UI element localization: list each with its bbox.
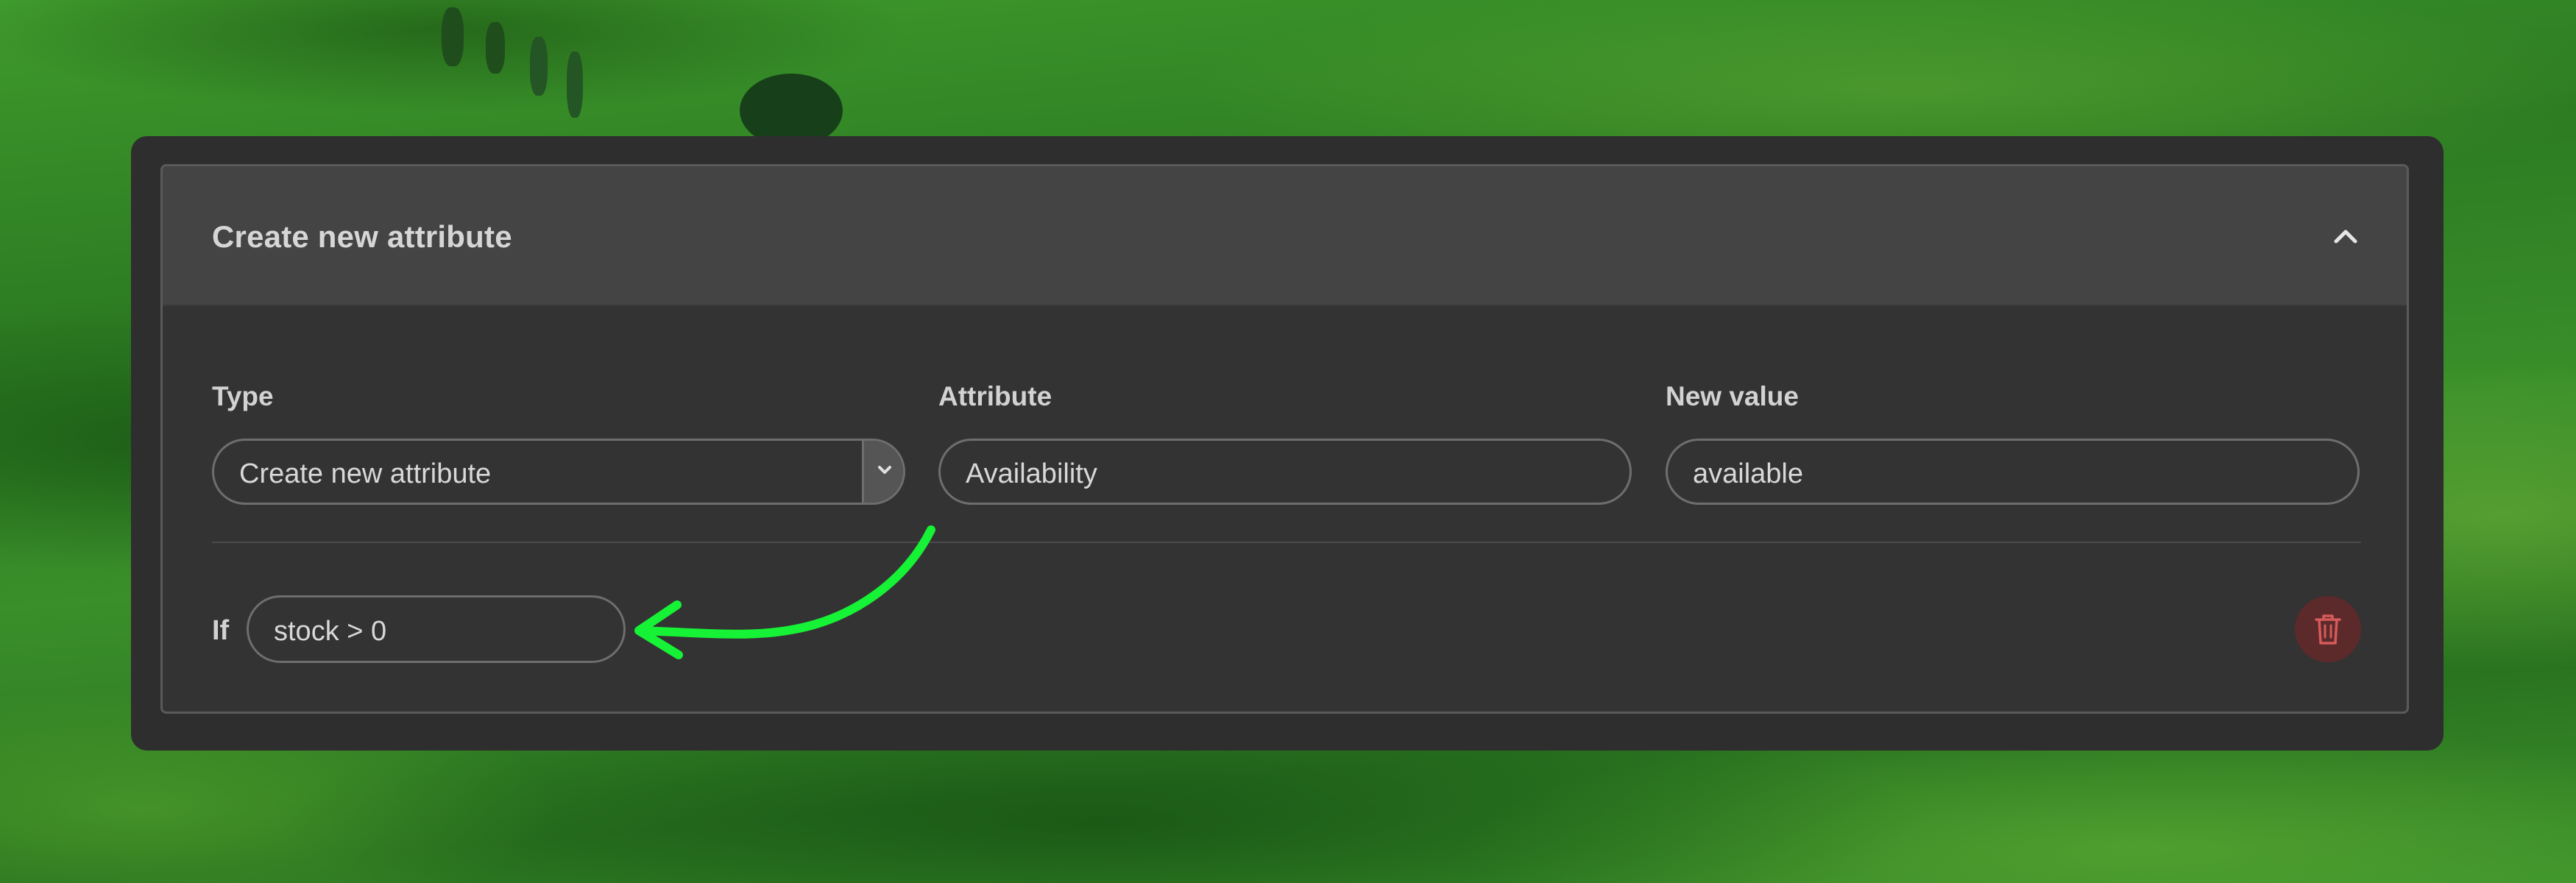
panel-title: Create new attribute	[212, 219, 512, 254]
condition-label: If	[212, 615, 230, 646]
attribute-label: Attribute	[938, 381, 1052, 411]
attribute-input-value: Availability	[966, 458, 1097, 489]
condition-input[interactable]: stock > 0	[247, 595, 626, 663]
dialog-window: Create new attribute Type Create new att…	[131, 136, 2444, 751]
tree	[567, 52, 583, 118]
tree	[442, 7, 464, 66]
chevron-down-icon	[878, 466, 891, 474]
divider	[212, 542, 2361, 543]
delete-condition-button[interactable]	[2295, 596, 2361, 662]
condition-input-value: stock > 0	[274, 616, 387, 647]
trash-icon	[2315, 614, 2341, 645]
attribute-panel: Create new attribute Type Create new att…	[160, 164, 2409, 714]
tree	[530, 37, 548, 96]
new-value-input[interactable]: available	[1666, 439, 2360, 505]
attribute-input[interactable]: Availability	[938, 439, 1632, 505]
annotation-arrow-icon	[634, 525, 935, 659]
type-select-value: Create new attribute	[239, 458, 492, 489]
panel-header[interactable]: Create new attribute	[163, 166, 2407, 306]
chevron-up-icon	[2334, 230, 2357, 244]
type-label: Type	[212, 381, 274, 411]
type-select-toggle[interactable]	[862, 441, 903, 503]
new-value-input-value: available	[1693, 458, 1803, 489]
type-select[interactable]: Create new attribute	[212, 439, 905, 505]
new-value-label: New value	[1666, 381, 1799, 411]
tree	[486, 22, 505, 74]
collapse-button[interactable]	[2320, 210, 2371, 262]
